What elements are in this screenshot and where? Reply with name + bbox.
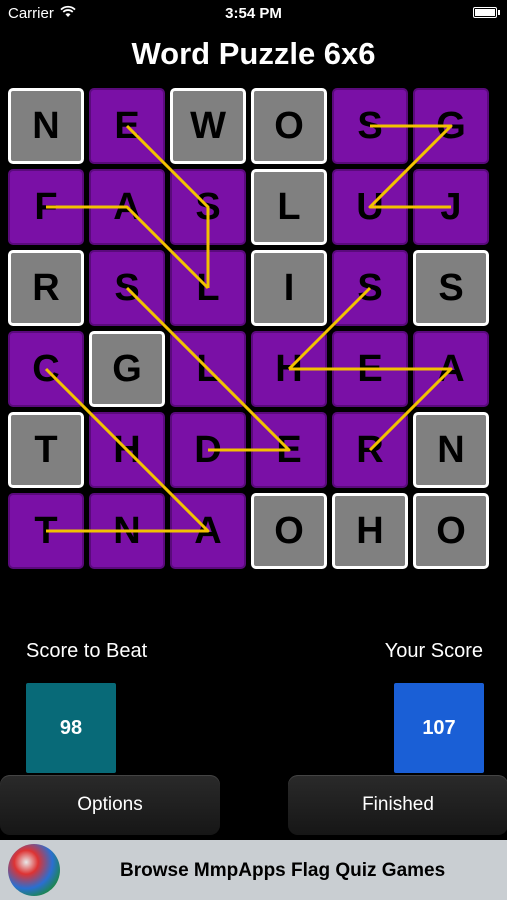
tile-r4-c6[interactable]: A — [413, 331, 489, 407]
tile-r2-c2[interactable]: A — [89, 169, 165, 245]
your-score-value: 107 — [394, 683, 484, 773]
tile-r2-c3[interactable]: S — [170, 169, 246, 245]
tile-r4-c2[interactable]: G — [89, 331, 165, 407]
tile-r5-c5[interactable]: R — [332, 412, 408, 488]
tile-r4-c3[interactable]: L — [170, 331, 246, 407]
tile-r2-c6[interactable]: J — [413, 169, 489, 245]
tile-r1-c1[interactable]: N — [8, 88, 84, 164]
tile-r6-c5[interactable]: H — [332, 493, 408, 569]
tile-r5-c2[interactable]: H — [89, 412, 165, 488]
ad-text[interactable]: Browse MmpApps Flag Quiz Games — [120, 860, 445, 882]
tile-r4-c4[interactable]: H — [251, 331, 327, 407]
finished-button[interactable]: Finished — [288, 775, 507, 835]
tile-r3-c4[interactable]: I — [251, 250, 327, 326]
tile-r5-c1[interactable]: T — [8, 412, 84, 488]
puzzle-board: NEWOSGFASLUJRSLISSCGLHEATHDERNTNAOHO — [8, 88, 492, 572]
tile-r6-c3[interactable]: A — [170, 493, 246, 569]
tile-r5-c4[interactable]: E — [251, 412, 327, 488]
status-bar: Carrier 3:54 PM — [0, 0, 507, 28]
tile-r3-c6[interactable]: S — [413, 250, 489, 326]
tile-r6-c6[interactable]: O — [413, 493, 489, 569]
options-button[interactable]: Options — [0, 775, 220, 835]
your-score-label: Your Score — [384, 640, 483, 662]
score-to-beat-value: 98 — [26, 683, 116, 773]
tile-r3-c2[interactable]: S — [89, 250, 165, 326]
tile-r4-c1[interactable]: C — [8, 331, 84, 407]
tile-r6-c4[interactable]: O — [251, 493, 327, 569]
tile-r2-c1[interactable]: F — [8, 169, 84, 245]
tile-r1-c5[interactable]: S — [332, 88, 408, 164]
clock: 3:54 PM — [225, 5, 282, 22]
tile-r5-c3[interactable]: D — [170, 412, 246, 488]
battery-icon — [473, 7, 500, 18]
tile-r3-c3[interactable]: L — [170, 250, 246, 326]
score-to-beat-label: Score to Beat — [26, 640, 148, 662]
globe-flags-icon — [8, 844, 60, 896]
tile-r2-c5[interactable]: U — [332, 169, 408, 245]
tile-r6-c2[interactable]: N — [89, 493, 165, 569]
tile-r5-c6[interactable]: N — [413, 412, 489, 488]
page-title: Word Puzzle 6x6 — [131, 36, 376, 71]
tile-r1-c4[interactable]: O — [251, 88, 327, 164]
tile-r1-c3[interactable]: W — [170, 88, 246, 164]
tile-r3-c1[interactable]: R — [8, 250, 84, 326]
tile-r1-c6[interactable]: G — [413, 88, 489, 164]
tile-r4-c5[interactable]: E — [332, 331, 408, 407]
tile-r6-c1[interactable]: T — [8, 493, 84, 569]
tile-r1-c2[interactable]: E — [89, 88, 165, 164]
ad-banner[interactable]: Browse MmpApps Flag Quiz Games — [0, 840, 507, 900]
tile-r3-c5[interactable]: S — [332, 250, 408, 326]
tile-r2-c4[interactable]: L — [251, 169, 327, 245]
